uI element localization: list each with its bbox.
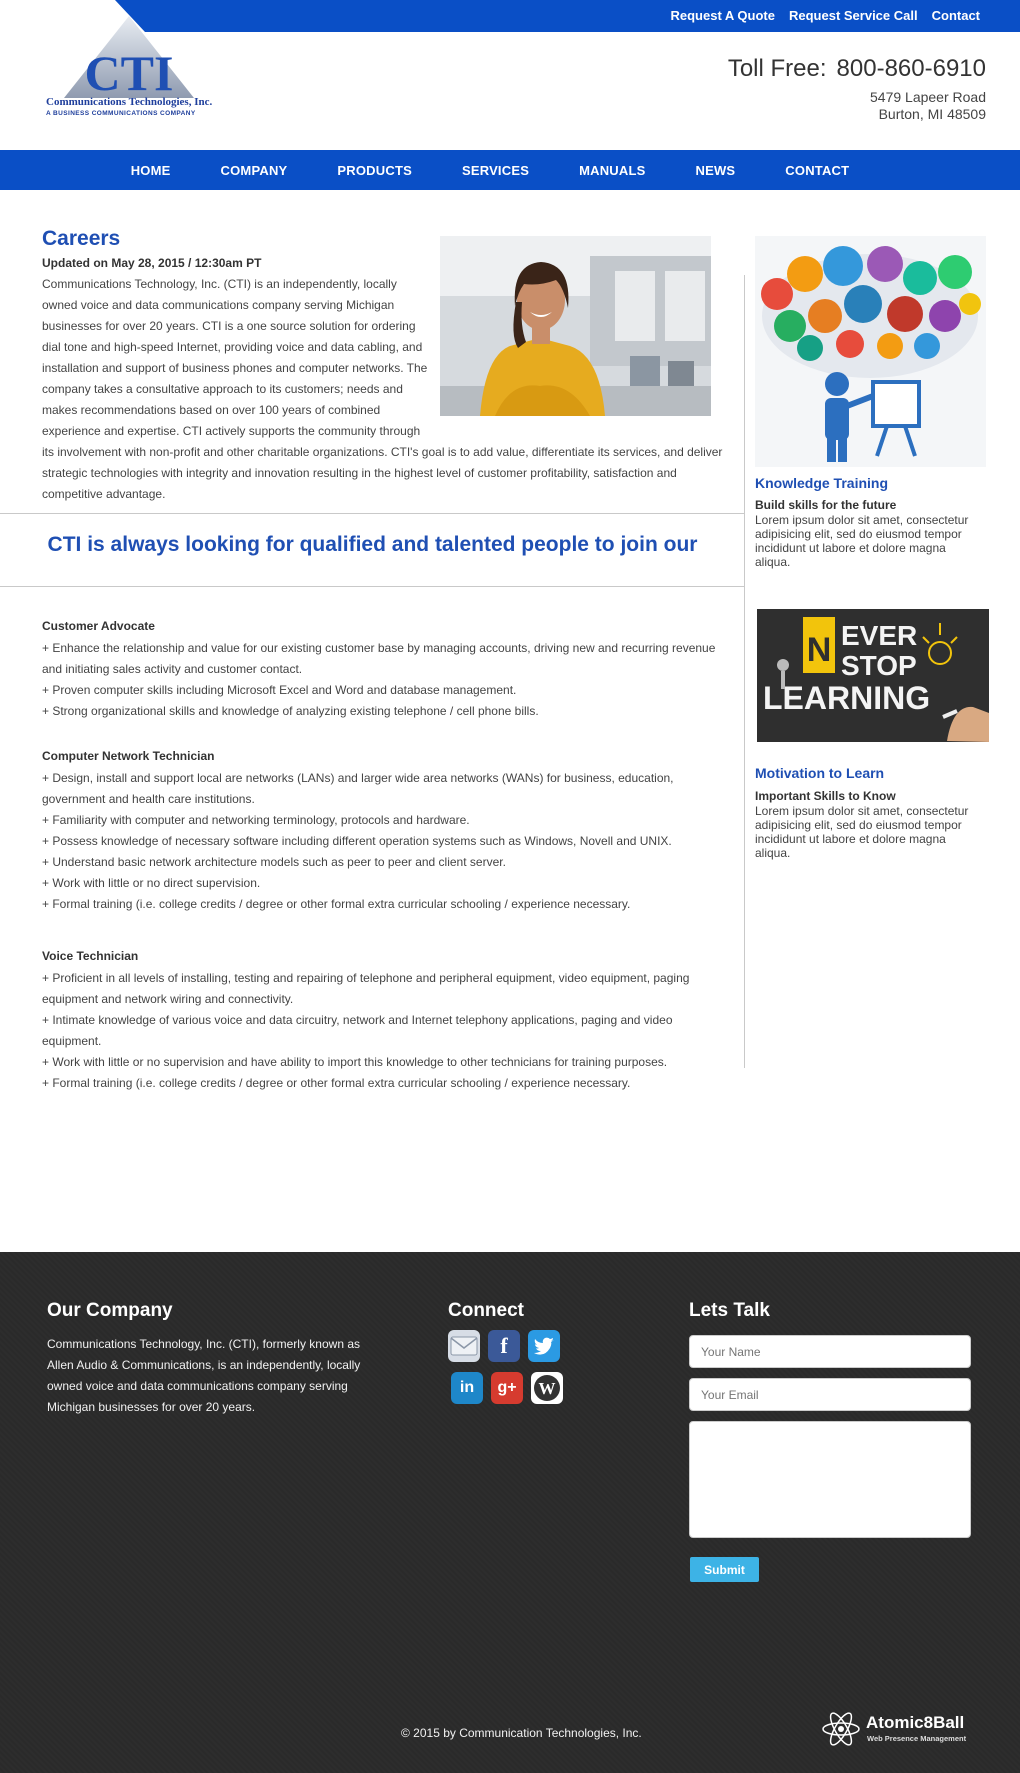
footer-company-heading: Our Company [47, 1300, 173, 1321]
job-requirement: + Intimate knowledge of various voice an… [42, 1013, 673, 1048]
copyright: © 2015 by Communication Technologies, In… [401, 1726, 642, 1740]
job-title: Voice Technician [42, 949, 139, 963]
toll-free-label: Toll Free: [727, 55, 827, 82]
request-quote-link[interactable]: Request A Quote [670, 8, 775, 23]
image-word-stop: STOP [841, 650, 917, 681]
job-network-technician: Computer Network Technician + Design, in… [42, 746, 732, 915]
job-requirement: + Understand basic network architecture … [42, 855, 506, 869]
top-contact-link[interactable]: Contact [932, 8, 980, 23]
job-requirement: + Work with little or no direct supervis… [42, 876, 261, 890]
top-links: Request A Quote Request Service Call Con… [670, 8, 980, 23]
never-stop-learning-image: N EVER STOP LEARNING [757, 609, 989, 742]
footer-company-text: Communications Technology, Inc. (CTI), f… [47, 1337, 361, 1414]
job-requirement: + Formal training (i.e. college credits … [42, 1076, 631, 1090]
your-name-input[interactable] [689, 1335, 971, 1368]
atomic8ball-credit[interactable]: Atomic8Ball Web Presence Management [820, 1712, 980, 1746]
image-word-n: N [807, 631, 832, 669]
job-title: Computer Network Technician [42, 749, 215, 763]
banner-bottom-rule [0, 586, 745, 587]
nav-news[interactable]: NEWS [695, 163, 735, 178]
updated-date: Updated on May 28, 2015 / 12:30am PT [42, 256, 262, 270]
main-nav: HOME COMPANY PRODUCTS SERVICES MANUALS N… [0, 150, 1020, 190]
google-plus-icon[interactable]: g+ [491, 1372, 523, 1404]
twitter-icon[interactable] [528, 1330, 560, 1362]
sidebar-subtitle-motivation: Important Skills to Know [755, 789, 896, 803]
address-line-2: Burton, MI 48509 [878, 106, 986, 122]
logo-triangle-icon: CTI [64, 16, 194, 100]
sidebar-title-knowledge[interactable]: Knowledge Training [755, 475, 888, 491]
message-textarea[interactable] [689, 1421, 971, 1538]
logo-company-name: Communications Technologies, Inc. [46, 96, 213, 108]
job-requirement: + Proficient in all levels of installing… [42, 971, 690, 1006]
logo-letters: CTI [85, 45, 174, 100]
sidebar-subtitle-knowledge: Build skills for the future [755, 498, 897, 512]
credit-name: Atomic8Ball [866, 1713, 965, 1732]
job-voice-technician: Voice Technician + Proficient in all lev… [42, 946, 732, 1094]
job-requirement: + Formal training (i.e. college credits … [42, 897, 631, 911]
content-sidebar-divider [744, 275, 745, 1068]
footer-connect-heading: Connect [448, 1300, 524, 1321]
image-word-learning: LEARNING [763, 680, 930, 716]
address: 5479 Lapeer Road Burton, MI 48509 [870, 89, 986, 123]
job-requirement: + Proven computer skills including Micro… [42, 683, 517, 697]
cti-logo[interactable]: CTI Communications Technologies, Inc. A … [44, 14, 224, 120]
job-requirement: + Familiarity with computer and networki… [42, 813, 470, 827]
request-service-call-link[interactable]: Request Service Call [789, 8, 918, 23]
wordpress-icon[interactable]: W [531, 1372, 563, 1404]
footer: Our Company Communications Technology, I… [0, 1252, 1020, 1773]
nav-services[interactable]: SERVICES [462, 163, 529, 178]
logo-tagline: A BUSINESS COMMUNICATIONS COMPANY [46, 110, 196, 117]
nav-products[interactable]: PRODUCTS [337, 163, 412, 178]
wordpress-glyph: W [539, 1379, 556, 1398]
linkedin-icon[interactable]: in [451, 1372, 483, 1404]
image-word-ever: EVER [841, 620, 917, 651]
job-customer-advocate: Customer Advocate + Enhance the relation… [42, 616, 732, 722]
join-us-banner: CTI is always looking for qualified and … [47, 533, 698, 556]
email-icon[interactable] [448, 1330, 480, 1362]
toll-free: Toll Free: 800-860-6910 [728, 55, 986, 83]
sidebar-text-motivation: Lorem ipsum dolor sit amet, consectetur … [755, 804, 969, 860]
career-woman-photo [440, 236, 711, 416]
credit-tagline: Web Presence Management [867, 1734, 967, 1743]
facebook-icon[interactable]: f [488, 1330, 520, 1362]
your-email-input[interactable] [689, 1378, 971, 1411]
job-requirement: + Possess knowledge of necessary softwar… [42, 834, 672, 848]
job-title: Customer Advocate [42, 619, 155, 633]
banner-top-rule [0, 513, 745, 514]
top-utility-bar: Request A Quote Request Service Call Con… [115, 0, 1020, 32]
sidebar-text-knowledge: Lorem ipsum dolor sit amet, consectetur … [755, 513, 969, 569]
job-requirement: + Enhance the relationship and value for… [42, 641, 716, 676]
knowledge-training-image [755, 236, 986, 467]
sidebar-title-motivation[interactable]: Motivation to Learn [755, 765, 884, 781]
toll-free-phone[interactable]: 800-860-6910 [837, 55, 986, 82]
submit-button[interactable]: Submit [690, 1557, 759, 1582]
footer-talk-heading: Lets Talk [689, 1300, 770, 1321]
nav-home[interactable]: HOME [131, 163, 171, 178]
address-line-1: 5479 Lapeer Road [870, 89, 986, 105]
nav-manuals[interactable]: MANUALS [579, 163, 645, 178]
nav-company[interactable]: COMPANY [221, 163, 288, 178]
job-requirement: + Design, install and support local are … [42, 771, 674, 806]
atom-icon [822, 1712, 860, 1746]
nav-contact[interactable]: CONTACT [785, 163, 849, 178]
job-requirement: + Strong organizational skills and knowl… [42, 704, 539, 718]
page-title: Careers [42, 227, 121, 250]
job-requirement: + Work with little or no supervision and… [42, 1055, 668, 1069]
